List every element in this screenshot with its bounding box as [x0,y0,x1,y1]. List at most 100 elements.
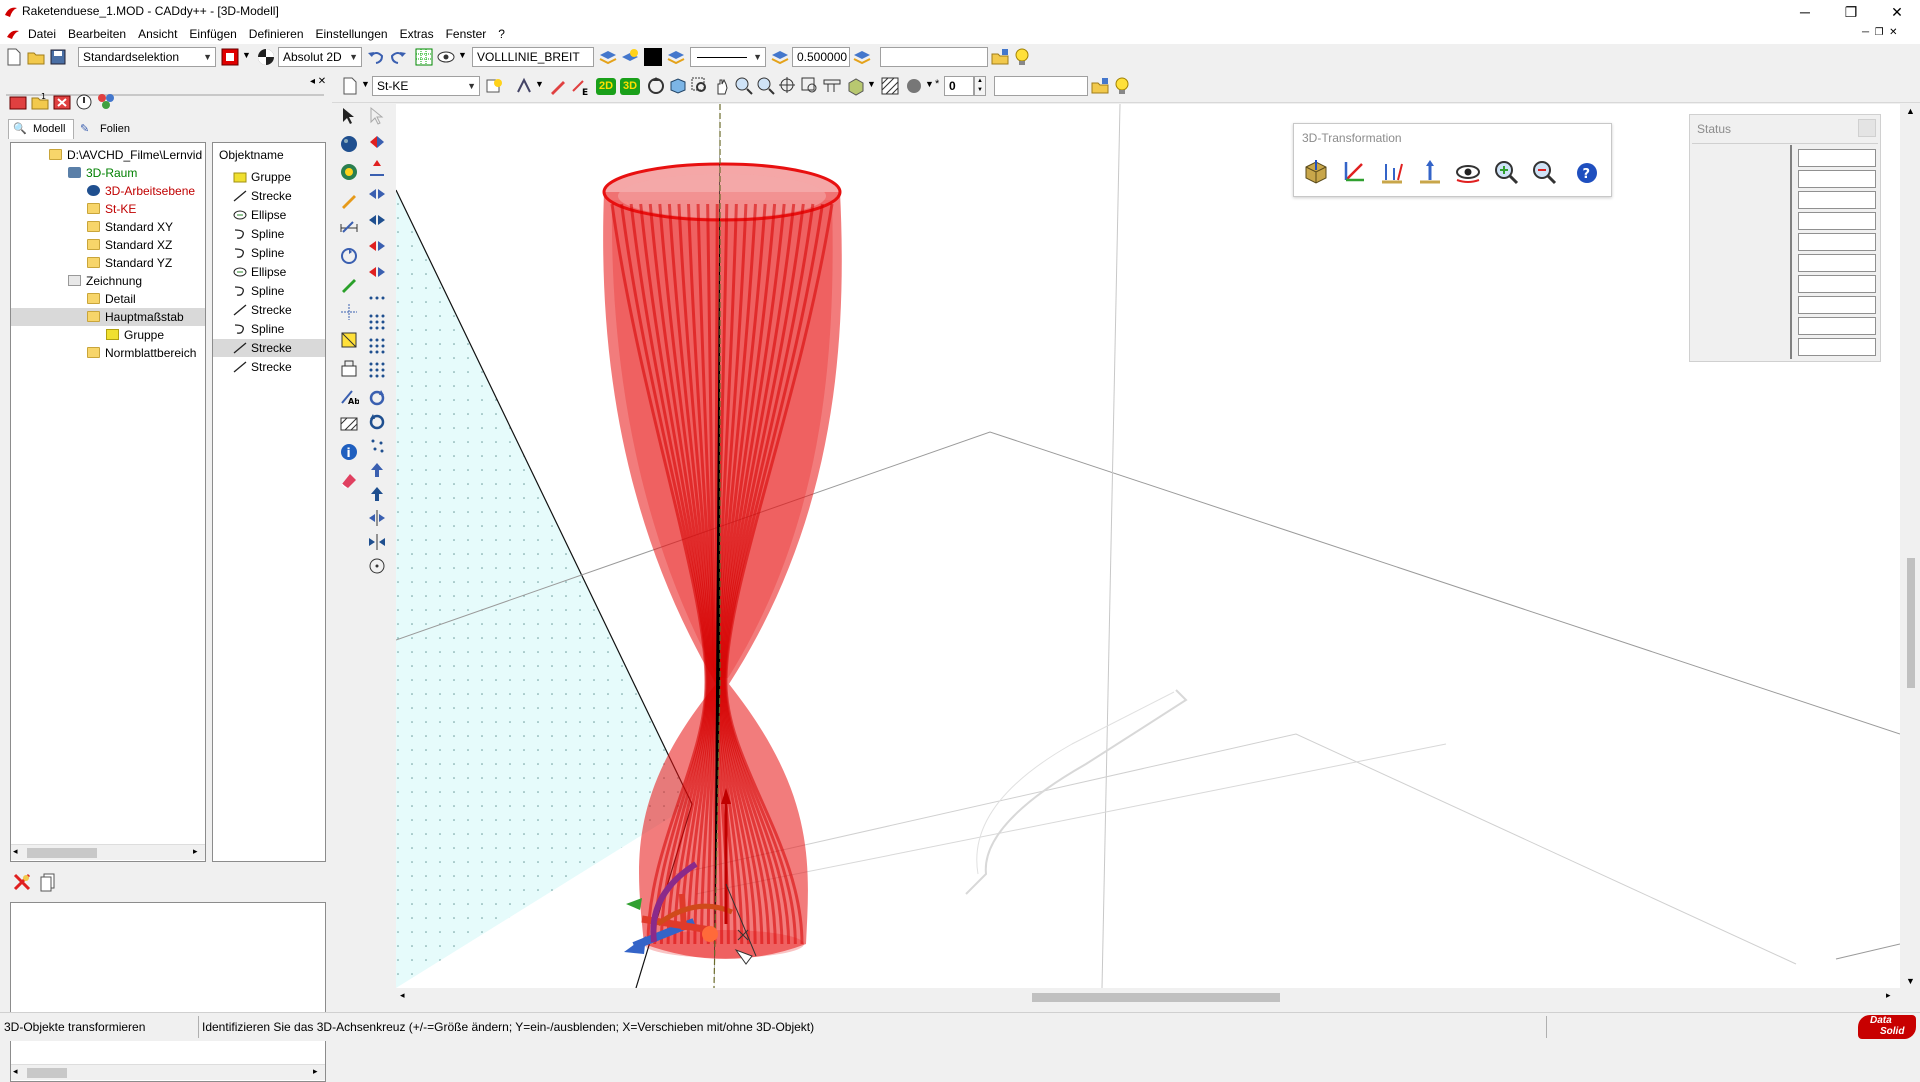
object-list-item[interactable]: Ellipse [233,264,286,280]
info-icon[interactable]: i [339,442,359,462]
chevron-down-icon[interactable]: ▼ [925,79,934,89]
spin-value-field[interactable]: 0 [944,76,974,96]
menu-extras[interactable]: Extras [394,24,440,44]
menu-einfuegen[interactable]: Einfügen [183,24,242,44]
shading-sphere-icon[interactable] [904,76,924,96]
layer-stack-icon[interactable] [666,47,686,67]
layer-stack-icon[interactable] [852,47,872,67]
tree-root[interactable]: D:\AVCHD_Filme\Lernvid [49,147,202,163]
tree-item-st-ke[interactable]: St-KE [87,201,136,217]
line-width-field[interactable]: 0.500000 [792,47,850,67]
toolbar-input-field[interactable] [880,47,988,67]
hatch-icon[interactable] [880,76,900,96]
array-icon[interactable] [367,262,387,282]
chevron-down-icon[interactable]: ▼ [458,50,467,60]
transform-vertical-icon[interactable] [1416,158,1444,186]
tree-item-standard-xy[interactable]: Standard XY [87,219,173,235]
sphere-icon[interactable] [339,134,359,154]
zoom-window-icon[interactable] [690,76,710,96]
globe-edit-icon[interactable] [339,162,359,182]
dots-grid-icon[interactable] [367,360,387,380]
object-list-item[interactable]: Spline [233,321,284,337]
rotate-view-icon[interactable] [646,76,666,96]
object-list-item[interactable]: Gruppe [233,169,291,185]
view-2d-button[interactable]: 2D [596,78,616,95]
save-icon[interactable] [48,47,68,67]
menu-help[interactable]: ? [492,24,511,44]
stretch-icon[interactable] [367,210,387,230]
mirror-icon[interactable] [367,132,387,152]
layer-stack-icon[interactable] [770,47,790,67]
zoom-all-icon[interactable] [778,76,798,96]
hatch-icon[interactable] [339,414,359,434]
transform-box-icon[interactable] [1302,158,1330,186]
layer-page-icon[interactable] [340,76,360,96]
tree-item-gruppe[interactable]: Gruppe [106,327,164,343]
lightbulb-icon[interactable] [1112,76,1132,96]
tree-item-hauptmassstab[interactable]: Hauptmaßstab [87,309,184,325]
layer-stack-icon[interactable] [598,47,618,67]
dots-row-icon[interactable] [367,288,387,308]
transform-view-eye-icon[interactable] [1454,158,1482,186]
line-type-field[interactable]: VOLLLINIE_BREIT [472,47,594,67]
edit-e-icon[interactable]: E [570,76,590,96]
pan-hand-icon[interactable] [712,76,732,96]
object-list-item[interactable]: Strecke [233,359,292,375]
menu-definieren[interactable]: Definieren [243,24,310,44]
rotate-3d-icon[interactable] [339,246,359,266]
layer-select[interactable]: St-KE ▼ [372,76,480,96]
rotate-cw-icon[interactable] [367,388,387,408]
line-style-select[interactable]: ▼ [690,47,766,67]
grid-snap-icon[interactable] [414,47,434,67]
menu-bearbeiten[interactable]: Bearbeiten [62,24,132,44]
dimension-icon[interactable] [339,218,359,238]
transform-axes-icon[interactable] [1340,158,1368,186]
open-folder-icon[interactable] [26,47,46,67]
object-list-item[interactable]: Strecke [233,340,292,356]
folder-layer-icon[interactable] [990,47,1010,67]
coordinate-mode-select[interactable]: Absolut 2D ▼ [278,47,362,67]
snap-point-icon[interactable] [339,330,359,350]
restore-button[interactable]: ❐ [1828,0,1874,24]
new-file-icon[interactable] [4,47,24,67]
copy-clipboard-icon[interactable] [38,872,58,892]
menu-fenster[interactable]: Fenster [440,24,493,44]
lightbulb-icon[interactable] [1012,47,1032,67]
double-arrow-icon[interactable] [367,184,387,204]
scatter-icon[interactable] [367,436,387,456]
info-hscroll[interactable]: ◂ ▸ [11,1064,325,1080]
snap-settings-icon[interactable] [514,76,534,96]
menu-datei[interactable]: Datei [22,24,62,44]
green-pen-icon[interactable] [339,274,359,294]
zoom-out-icon[interactable] [756,76,776,96]
properties-icon[interactable] [74,92,94,112]
redo-icon[interactable] [388,47,408,67]
toolbar-input-field-2[interactable] [994,76,1088,96]
dots-grid-icon[interactable] [367,312,387,332]
select-disabled-icon[interactable] [367,106,387,126]
coordinate-sphere-icon[interactable] [256,47,276,67]
zoom-in-icon[interactable] [734,76,754,96]
color-palette-icon[interactable] [96,92,116,112]
join-icon[interactable] [367,532,387,552]
viewport-hscroll[interactable]: ◂ ▸ [396,988,1902,1006]
pen-draw-icon[interactable] [548,76,568,96]
tree-item-standard-xz[interactable]: Standard XZ [87,237,172,253]
object-list-item[interactable]: Spline [233,245,284,261]
folder-layer-icon[interactable] [1090,76,1110,96]
menu-einstellungen[interactable]: Einstellungen [310,24,394,44]
crosshair-icon[interactable] [339,302,359,322]
status-close-button[interactable] [1858,119,1876,137]
undo-icon[interactable] [366,47,386,67]
eraser-icon[interactable] [339,470,359,490]
select-arrow-icon[interactable] [339,106,359,126]
copy-move-icon[interactable] [367,236,387,256]
tree-item-3d-raum[interactable]: 3D-Raum [68,165,137,181]
arrow-up-dark-icon[interactable] [367,484,387,504]
chevron-down-icon[interactable]: ▼ [361,79,370,89]
transform-scale-icon[interactable] [1378,158,1406,186]
object-list-item[interactable]: Spline [233,226,284,242]
rotate-ccw-icon[interactable] [367,412,387,432]
color-swatch[interactable] [644,48,662,66]
tab-model[interactable]: 🔍 Modell [8,119,74,139]
